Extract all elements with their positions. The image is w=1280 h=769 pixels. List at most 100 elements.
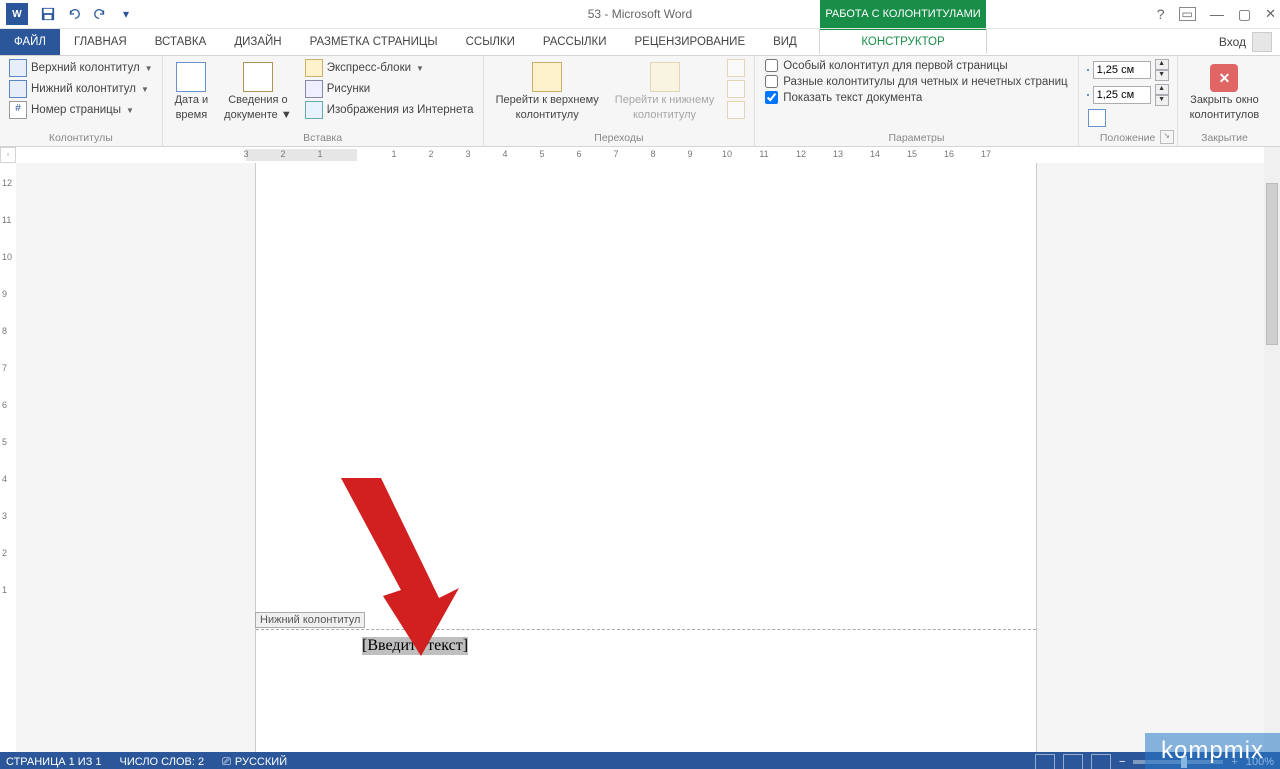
nav-prev-button xyxy=(724,58,748,78)
horizontal-ruler[interactable]: 3211234567891011121314151617 xyxy=(16,147,1264,164)
close-icon: ✕ xyxy=(1210,64,1238,92)
avatar-icon xyxy=(1252,32,1272,52)
footer-tag-label[interactable]: Нижний колонтитул xyxy=(255,612,365,628)
header-label: Верхний колонтитул xyxy=(31,62,140,74)
ruler-corner[interactable]: ▫ xyxy=(0,147,16,163)
pagenumber-icon: # xyxy=(9,101,27,119)
tab-constructor[interactable]: КОНСТРУКТОР xyxy=(820,29,986,55)
prev-icon xyxy=(727,59,745,77)
chevron-down-icon: ▼ xyxy=(141,85,149,94)
goto-header-button[interactable]: Перейти к верхнему колонтитулу xyxy=(490,58,605,130)
group-insert-label: Вставка xyxy=(169,130,477,146)
minimize-button[interactable]: — xyxy=(1210,6,1224,22)
ribbon-options-button[interactable]: ▭ xyxy=(1179,7,1196,21)
group-insert: Дата и время Сведения о документе ▼ Эксп… xyxy=(163,56,484,146)
tab-references[interactable]: ССЫЛКИ xyxy=(452,29,529,55)
quick-parts-button[interactable]: Экспресс-блоки ▼ xyxy=(302,58,477,78)
maximize-button[interactable]: ▢ xyxy=(1238,6,1251,23)
diff-odd-even-input[interactable] xyxy=(765,75,778,88)
online-picture-icon xyxy=(305,101,323,119)
pagenumber-button[interactable]: # Номер страницы ▼ xyxy=(6,100,156,120)
close-header-footer-button[interactable]: ✕ Закрыть окно колонтитулов xyxy=(1184,58,1266,130)
qat-customize-button[interactable]: ▾ xyxy=(115,3,137,25)
link-icon xyxy=(727,101,745,119)
doc-info-button[interactable]: Сведения о документе ▼ xyxy=(218,58,298,130)
footer-icon xyxy=(9,80,27,98)
online-pictures-label: Изображения из Интернета xyxy=(327,104,474,116)
view-read-mode[interactable] xyxy=(1063,754,1083,769)
view-print-layout[interactable] xyxy=(1035,754,1055,769)
show-doc-text-input[interactable] xyxy=(765,91,778,104)
quick-access-toolbar: W ▾ xyxy=(0,0,137,28)
header-icon xyxy=(9,59,27,77)
header-button[interactable]: Верхний колонтитул ▼ xyxy=(6,58,156,78)
tab-layout[interactable]: РАЗМЕТКА СТРАНИЦЫ xyxy=(296,29,452,55)
window-controls: ? ▭ — ▢ ✕ xyxy=(1157,0,1276,28)
pagenumber-label: Номер страницы xyxy=(31,104,121,116)
info-icon xyxy=(243,62,273,92)
vertical-ruler[interactable]: 121110987654321 xyxy=(0,163,17,752)
nav-next-button xyxy=(724,79,748,99)
tab-review[interactable]: РЕЦЕНЗИРОВАНИЕ xyxy=(621,29,760,55)
save-button[interactable] xyxy=(37,3,59,25)
zoom-out[interactable]: − xyxy=(1119,756,1125,768)
footer-placeholder[interactable]: [Введите текст] xyxy=(362,637,468,655)
undo-button[interactable] xyxy=(63,3,85,25)
date-time-button[interactable]: Дата и время xyxy=(169,58,215,130)
status-page[interactable]: СТРАНИЦА 1 ИЗ 1 xyxy=(6,756,102,768)
spin-up[interactable]: ▲ xyxy=(1155,59,1169,70)
group-position: ▲▼ ▲▼ Положение ↘ xyxy=(1079,56,1178,146)
tab-insert[interactable]: ВСТАВКА xyxy=(141,29,221,55)
spin-down[interactable]: ▼ xyxy=(1155,70,1169,81)
scroll-thumb[interactable] xyxy=(1266,183,1278,345)
tab-view[interactable]: ВИД xyxy=(759,29,811,55)
group-options: Особый колонтитул для первой страницы Ра… xyxy=(755,56,1078,146)
footer-label: Нижний колонтитул xyxy=(31,83,136,95)
goto-footer-button: Перейти к нижнему колонтитулу xyxy=(609,58,720,130)
help-button[interactable]: ? xyxy=(1157,6,1165,22)
pictures-label: Рисунки xyxy=(327,83,370,95)
workspace: ▫ 3211234567891011121314151617 121110987… xyxy=(0,147,1280,752)
status-language[interactable]: ⎚ РУССКИЙ xyxy=(222,756,287,769)
tab-mailings[interactable]: РАССЫЛКИ xyxy=(529,29,621,55)
tab-file[interactable]: ФАЙЛ xyxy=(0,29,60,55)
sign-in[interactable]: Вход xyxy=(1219,29,1272,55)
diff-first-page-input[interactable] xyxy=(765,59,778,72)
view-web-layout[interactable] xyxy=(1091,754,1111,769)
spin-up[interactable]: ▲ xyxy=(1155,84,1169,95)
diff-first-page-check[interactable]: Особый колонтитул для первой страницы xyxy=(761,58,1071,73)
online-pictures-button[interactable]: Изображения из Интернета xyxy=(302,100,477,120)
header-pos-icon xyxy=(1087,69,1089,71)
calendar-icon xyxy=(176,62,206,92)
ribbon: Верхний колонтитул ▼ Нижний колонтитул ▼… xyxy=(0,56,1280,147)
group-navigation-label: Переходы xyxy=(490,130,749,146)
footer-from-bottom[interactable]: ▲▼ xyxy=(1085,83,1171,107)
footer-from-bottom-input[interactable] xyxy=(1093,86,1151,104)
header-from-top-input[interactable] xyxy=(1093,61,1151,79)
picture-icon xyxy=(305,80,323,98)
group-navigation: Перейти к верхнему колонтитулу Перейти к… xyxy=(484,56,756,146)
show-doc-text-check[interactable]: Показать текст документа xyxy=(761,90,1071,105)
vertical-scrollbar[interactable] xyxy=(1263,163,1280,752)
document-page[interactable]: Нижний колонтитул [Введите текст] xyxy=(256,163,1036,752)
diff-odd-even-check[interactable]: Разные колонтитулы для четных и нечетных… xyxy=(761,74,1071,89)
spin-down[interactable]: ▼ xyxy=(1155,95,1169,106)
align-tab-button[interactable] xyxy=(1085,108,1171,128)
redo-button[interactable] xyxy=(89,3,111,25)
quickparts-label: Экспресс-блоки xyxy=(327,62,411,74)
group-close: ✕ Закрыть окно колонтитулов Закрытие xyxy=(1178,56,1272,146)
footer-button[interactable]: Нижний колонтитул ▼ xyxy=(6,79,156,99)
group-header-footer: Верхний колонтитул ▼ Нижний колонтитул ▼… xyxy=(0,56,163,146)
header-from-top[interactable]: ▲▼ xyxy=(1085,58,1171,82)
statusbar: СТРАНИЦА 1 ИЗ 1 ЧИСЛО СЛОВ: 2 ⎚ РУССКИЙ … xyxy=(0,752,1280,769)
chevron-down-icon: ▼ xyxy=(278,109,292,121)
titlebar: W ▾ 53 - Microsoft Word РАБОТА С КОЛОНТИ… xyxy=(0,0,1280,29)
next-icon xyxy=(727,80,745,98)
status-words[interactable]: ЧИСЛО СЛОВ: 2 xyxy=(120,756,205,768)
close-window-button[interactable]: ✕ xyxy=(1265,6,1276,22)
dialog-launcher[interactable]: ↘ xyxy=(1160,130,1174,144)
group-options-label: Параметры xyxy=(761,130,1071,146)
tab-home[interactable]: ГЛАВНАЯ xyxy=(60,29,141,55)
pictures-button[interactable]: Рисунки xyxy=(302,79,477,99)
tab-design[interactable]: ДИЗАЙН xyxy=(220,29,295,55)
